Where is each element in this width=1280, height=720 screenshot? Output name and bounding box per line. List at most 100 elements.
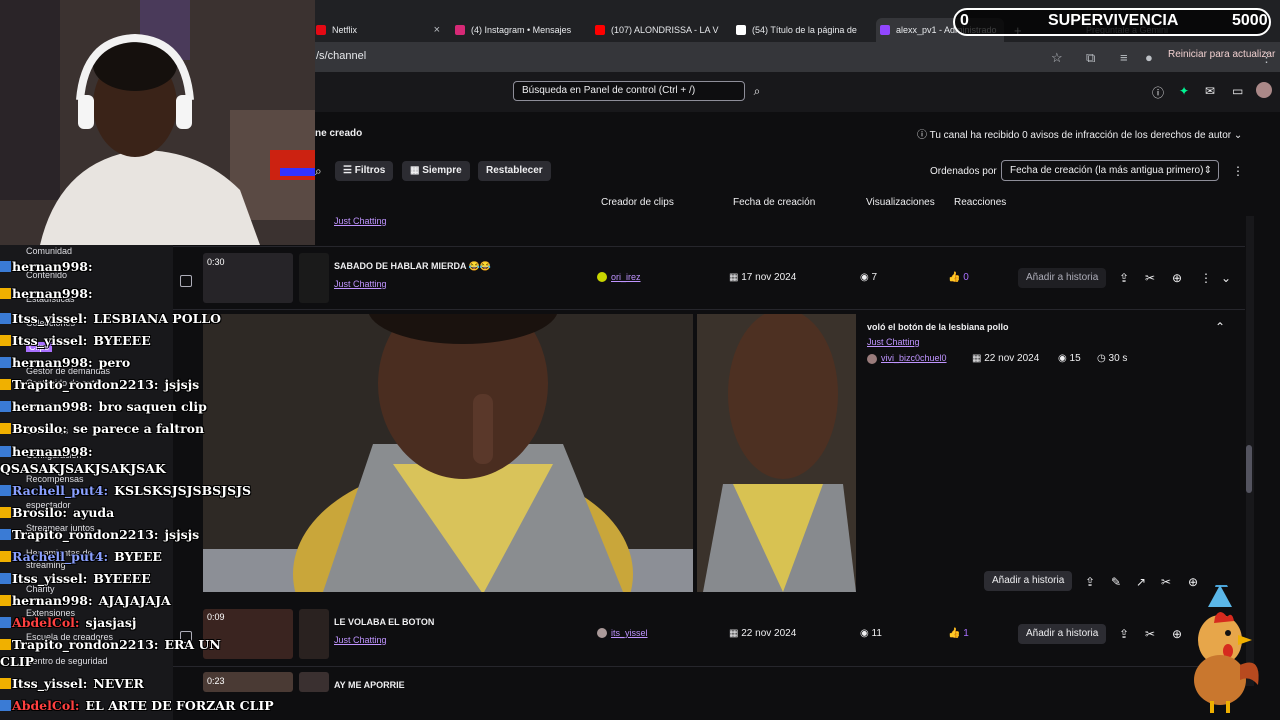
browser-tab[interactable]: (107) ALONDRISSA - LA VE× [595, 18, 719, 42]
chat-message: Rachell_put4: BYEEE [0, 549, 162, 564]
browser-menu-icon[interactable]: ⋮ [1260, 50, 1273, 66]
chat-message: Rachell_put4: KSLSKSJSJSBSJSJS [0, 483, 251, 498]
reset-button[interactable]: Restablecer [478, 161, 551, 181]
add-to-story-button[interactable]: Añadir a historia [1018, 624, 1107, 644]
reading-list-icon[interactable]: ≡ [1120, 50, 1128, 65]
chat-username[interactable]: Itss_yissel: [12, 571, 87, 586]
url-field[interactable]: /s/channel [316, 50, 366, 62]
clip-category-link[interactable]: Just Chatting [334, 279, 387, 289]
chat-message: hernan998: AJAJAJAJA [0, 593, 171, 608]
edit-icon[interactable]: ✎ [1111, 575, 1121, 589]
column-header-reactions[interactable]: Reacciones [954, 197, 1006, 208]
chat-badge-icon [0, 335, 11, 346]
chat-badge-icon [0, 507, 11, 518]
eye-icon: ◉ [1058, 353, 1070, 364]
search-icon[interactable]: ⌕ [747, 81, 767, 101]
help-icon[interactable]: ⓘ [1152, 84, 1164, 101]
clip-date: ▦ 22 nov 2024 [729, 628, 797, 639]
chat-username[interactable]: Trapito_rondon2213: [12, 527, 159, 542]
filters-button[interactable]: ☰ Filtros [335, 161, 394, 181]
external-link-icon[interactable]: ↗ [1136, 575, 1146, 589]
chat-username[interactable]: AbdelCol: [12, 698, 80, 713]
chat-text: jsjsjs [164, 377, 200, 392]
inbox-icon[interactable]: ✉ [1205, 84, 1215, 98]
clip-creator[interactable]: ori_irez [597, 272, 641, 283]
chat-badge-icon [0, 678, 11, 689]
add-to-story-button[interactable]: Añadir a historia [1018, 268, 1107, 288]
browser-tab[interactable]: Netflix × [316, 18, 440, 42]
scrollbar-thumb[interactable] [1246, 445, 1252, 493]
chat-username[interactable]: Itss_yissel: [12, 311, 87, 326]
chat-username[interactable]: Brosilo: [12, 421, 67, 436]
chat-username[interactable]: Rachell_put4: [12, 549, 108, 564]
clip-category-link[interactable]: Just Chatting [334, 216, 387, 226]
clip-length: ◷ 30 s [1097, 353, 1128, 364]
chat-username[interactable]: AbdelCol: [12, 615, 80, 630]
more-options-icon[interactable]: ⋮ [1232, 164, 1244, 178]
clip-category-link[interactable]: Just Chatting [867, 337, 920, 347]
row-checkbox[interactable] [180, 275, 192, 287]
clip-creator[interactable]: vivi_bizc0chuel0 [867, 353, 947, 364]
webcam-image [0, 0, 315, 245]
chat-username[interactable]: Trapito_rondon2213: [12, 637, 159, 652]
close-icon[interactable]: × [428, 24, 440, 36]
bookmark-star-icon[interactable]: ☆ [1051, 50, 1063, 66]
chat-username[interactable]: Rachell_put4: [12, 483, 108, 498]
share-icon[interactable]: ⇪ [1119, 271, 1129, 285]
sparkle-icon[interactable]: ✦ [1179, 84, 1189, 98]
whispers-icon[interactable]: ▭ [1232, 84, 1243, 98]
column-header-date[interactable]: Fecha de creación [733, 197, 815, 208]
column-header-views[interactable]: Visualizaciones [866, 197, 935, 208]
scissors-icon[interactable]: ✂ [1161, 575, 1171, 589]
scissors-icon[interactable]: ✂ [1145, 271, 1155, 285]
chevron-up-icon[interactable]: ⌃ [1215, 320, 1225, 334]
calendar-icon: ▦ [729, 628, 742, 639]
chat-username[interactable]: hernan998: [12, 259, 93, 274]
chat-username[interactable]: Trapito_rondon2213: [12, 377, 159, 392]
add-to-story-button[interactable]: Añadir a historia [984, 571, 1073, 591]
share-icon[interactable]: ⇪ [1085, 575, 1095, 589]
close-icon[interactable]: × [577, 24, 579, 36]
user-avatar[interactable] [1256, 82, 1272, 98]
chat-message: Itss_yissel: BYEEEE [0, 333, 151, 348]
chat-username[interactable]: Brosilo: [12, 505, 67, 520]
clip-likes[interactable]: 👍 0 [948, 272, 969, 283]
profile-icon[interactable]: ● [1145, 50, 1153, 65]
sidebar-item-community[interactable]: Comunidad [26, 246, 72, 256]
calendar-icon: ▦ [410, 165, 423, 176]
share-icon[interactable]: ⇪ [1119, 627, 1129, 641]
chat-username[interactable]: hernan998: [12, 286, 93, 301]
extensions-icon[interactable]: ⧉ [1086, 50, 1095, 66]
chat-username[interactable]: hernan998: [12, 444, 93, 459]
chat-badge-icon [0, 379, 11, 390]
search-icon[interactable]: ⌕ [315, 164, 322, 179]
chat-username[interactable]: Itss_yissel: [12, 333, 87, 348]
clip-date: ▦ 22 nov 2024 [972, 353, 1040, 364]
scissors-icon[interactable]: ✂ [1145, 627, 1155, 641]
sort-select[interactable]: Fecha de creación (la más antigua primer… [1001, 160, 1219, 181]
browser-tab[interactable]: (54) Título de la página de× [736, 18, 860, 42]
chat-message: CLIP [0, 654, 34, 669]
plus-icon[interactable]: ⊕ [1172, 271, 1182, 285]
chat-username[interactable]: hernan998: [12, 399, 93, 414]
sidebar-item-safety-center[interactable]: Centro de seguridad [26, 656, 108, 666]
clip-creator[interactable]: its_yissel [597, 628, 648, 639]
clip-video-player[interactable] [203, 314, 856, 592]
clip-category-link[interactable]: Just Chatting [334, 635, 387, 645]
chat-badge-icon [0, 357, 11, 368]
search-input[interactable]: Búsqueda en Panel de control (Ctrl + /) [513, 81, 745, 101]
chat-badge-icon [0, 617, 11, 628]
more-options-icon[interactable]: ⋮ [1200, 271, 1212, 285]
column-header-creator[interactable]: Creador de clips [601, 197, 674, 208]
chat-text: CLIP [0, 654, 34, 669]
clip-likes[interactable]: 👍 1 [948, 628, 969, 639]
copyright-notice[interactable]: ⓘ Tu canal ha recibido 0 avisos de infra… [917, 126, 1242, 141]
date-range-button[interactable]: ▦ Siempre [402, 161, 470, 181]
browser-tab[interactable]: (4) Instagram • Mensajes× [455, 18, 579, 42]
chat-message: QSASAKJSAKJSAKJSAK [0, 461, 166, 476]
chat-username[interactable]: Itss_yissel: [12, 676, 87, 691]
chat-username[interactable]: hernan998: [12, 593, 93, 608]
chevron-down-icon[interactable]: ⌄ [1221, 271, 1231, 285]
chat-username[interactable]: hernan998: [12, 355, 93, 370]
chat-text: EL ARTE DE FORZAR CLIP [85, 698, 274, 713]
